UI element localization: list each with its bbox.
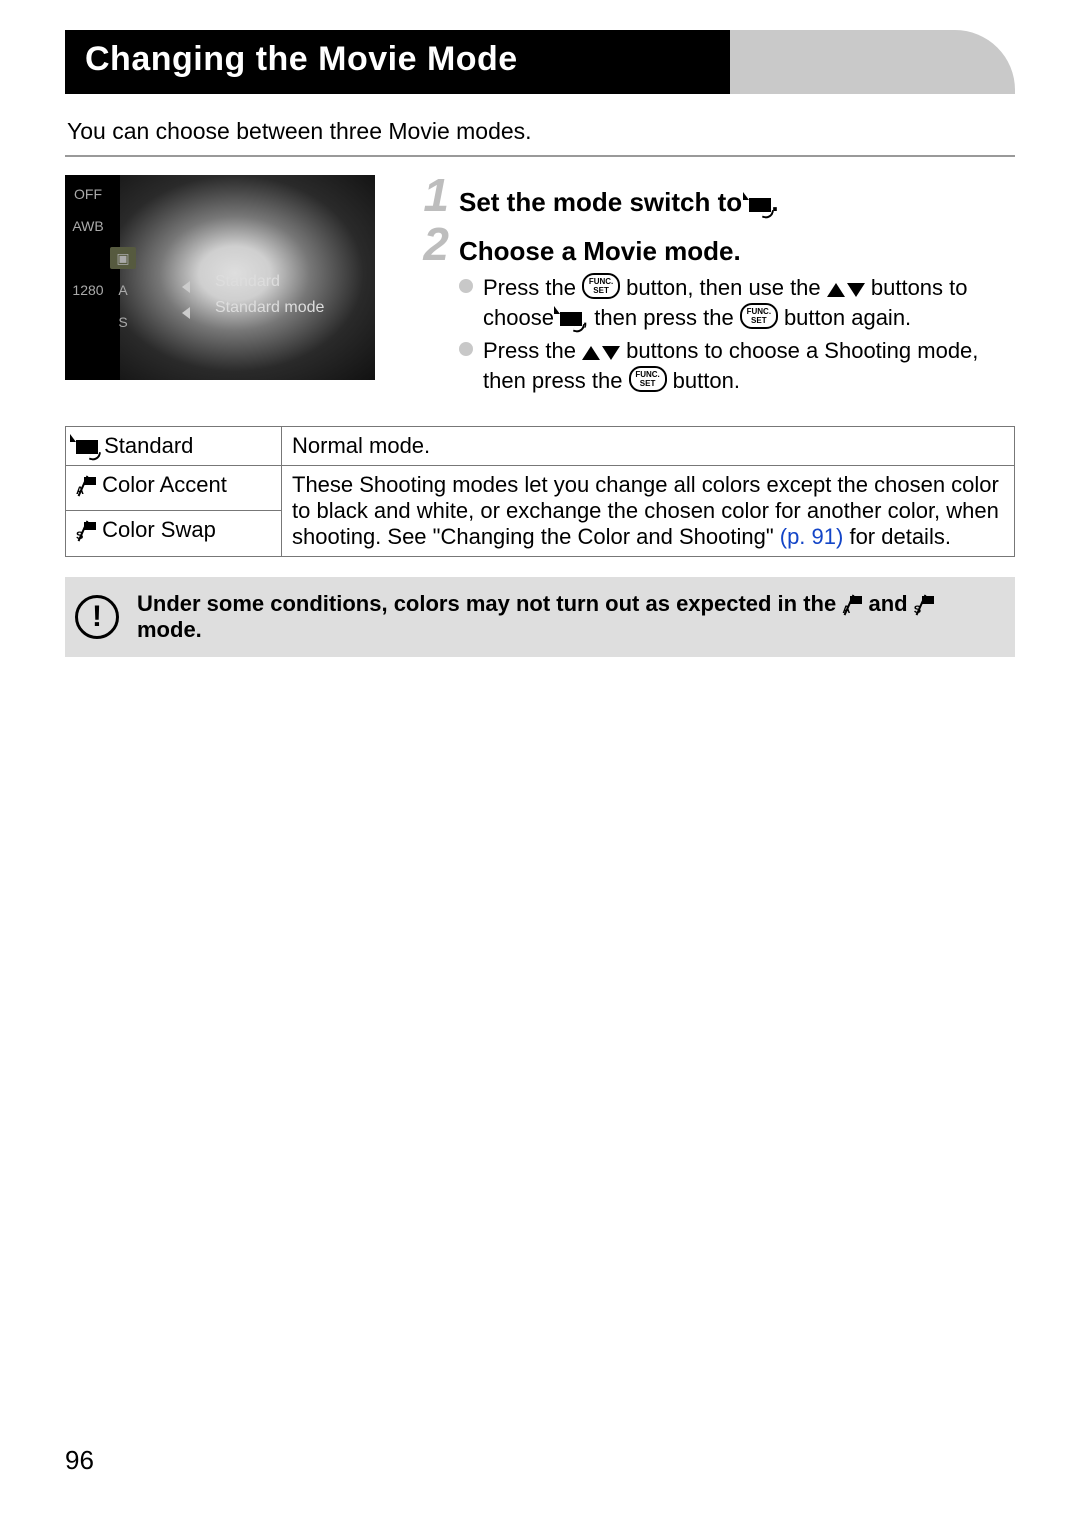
- color-accent-icon: [76, 477, 96, 495]
- mode-label: Standard: [104, 433, 193, 458]
- table-row: Standard Normal mode.: [66, 426, 1015, 465]
- caution-text: Under some conditions, colors may not tu…: [137, 591, 999, 643]
- steps: 1 Set the mode switch to . 2 Choose a Mo…: [415, 175, 1015, 410]
- func-set-icon: [629, 366, 667, 392]
- step-2-body: Press the button, then use the buttons t…: [459, 273, 1015, 396]
- caution-icon: !: [75, 595, 119, 639]
- table-row: Color Accent These Shooting modes let yo…: [66, 465, 1015, 511]
- step-number: 2: [415, 224, 449, 265]
- mode-label: Color Swap: [102, 517, 216, 542]
- lcd-image: OFF AWB 1280 ▣ A S Standard Standard mod…: [65, 175, 375, 410]
- movie-icon: [560, 312, 582, 326]
- func-set-icon: [582, 273, 620, 299]
- manual-page: Changing the Movie Mode You can choose b…: [0, 0, 1080, 1521]
- func-set-icon: [740, 303, 778, 329]
- color-accent-icon: [842, 596, 862, 614]
- lcd-label-standard: Standard: [215, 273, 280, 291]
- movie-icon: [749, 198, 771, 212]
- intro-text: You can choose between three Movie modes…: [67, 118, 1015, 145]
- color-swap-icon: [914, 596, 934, 614]
- bullet: Press the buttons to choose a Shooting m…: [459, 336, 1015, 395]
- caution-note: ! Under some conditions, colors may not …: [65, 577, 1015, 657]
- bullet-icon: [459, 279, 473, 293]
- step-number: 1: [415, 175, 449, 216]
- step-2: 2 Choose a Movie mode.: [415, 224, 1015, 267]
- page-link[interactable]: (p. 91): [780, 524, 844, 549]
- movie-icon: [76, 440, 98, 454]
- page-number: 96: [65, 1445, 94, 1476]
- lcd-left-column-1: OFF AWB 1280: [75, 183, 103, 372]
- bullet-icon: [459, 342, 473, 356]
- step-2-title: Choose a Movie mode.: [459, 236, 741, 267]
- step-1: 1 Set the mode switch to .: [415, 175, 1015, 218]
- mode-desc-shared: These Shooting modes let you change all …: [282, 465, 1015, 556]
- up-down-icon: [582, 346, 620, 360]
- step-columns: OFF AWB 1280 ▣ A S Standard Standard mod…: [65, 175, 1015, 410]
- up-down-icon: [827, 283, 865, 297]
- lcd-left-column-2: ▣ A S: [110, 183, 138, 372]
- step-1-title: Set the mode switch to .: [459, 187, 779, 218]
- section-title-bar: Changing the Movie Mode: [65, 30, 1015, 94]
- mode-label: Color Accent: [102, 472, 227, 497]
- section-title: Changing the Movie Mode: [65, 30, 1015, 79]
- mode-desc: Normal mode.: [282, 426, 1015, 465]
- bullet: Press the button, then use the buttons t…: [459, 273, 1015, 332]
- lcd-label-standard-mode: Standard mode: [215, 299, 324, 317]
- divider: [65, 155, 1015, 157]
- modes-table: Standard Normal mode. Color Accent These…: [65, 426, 1015, 557]
- color-swap-icon: [76, 522, 96, 540]
